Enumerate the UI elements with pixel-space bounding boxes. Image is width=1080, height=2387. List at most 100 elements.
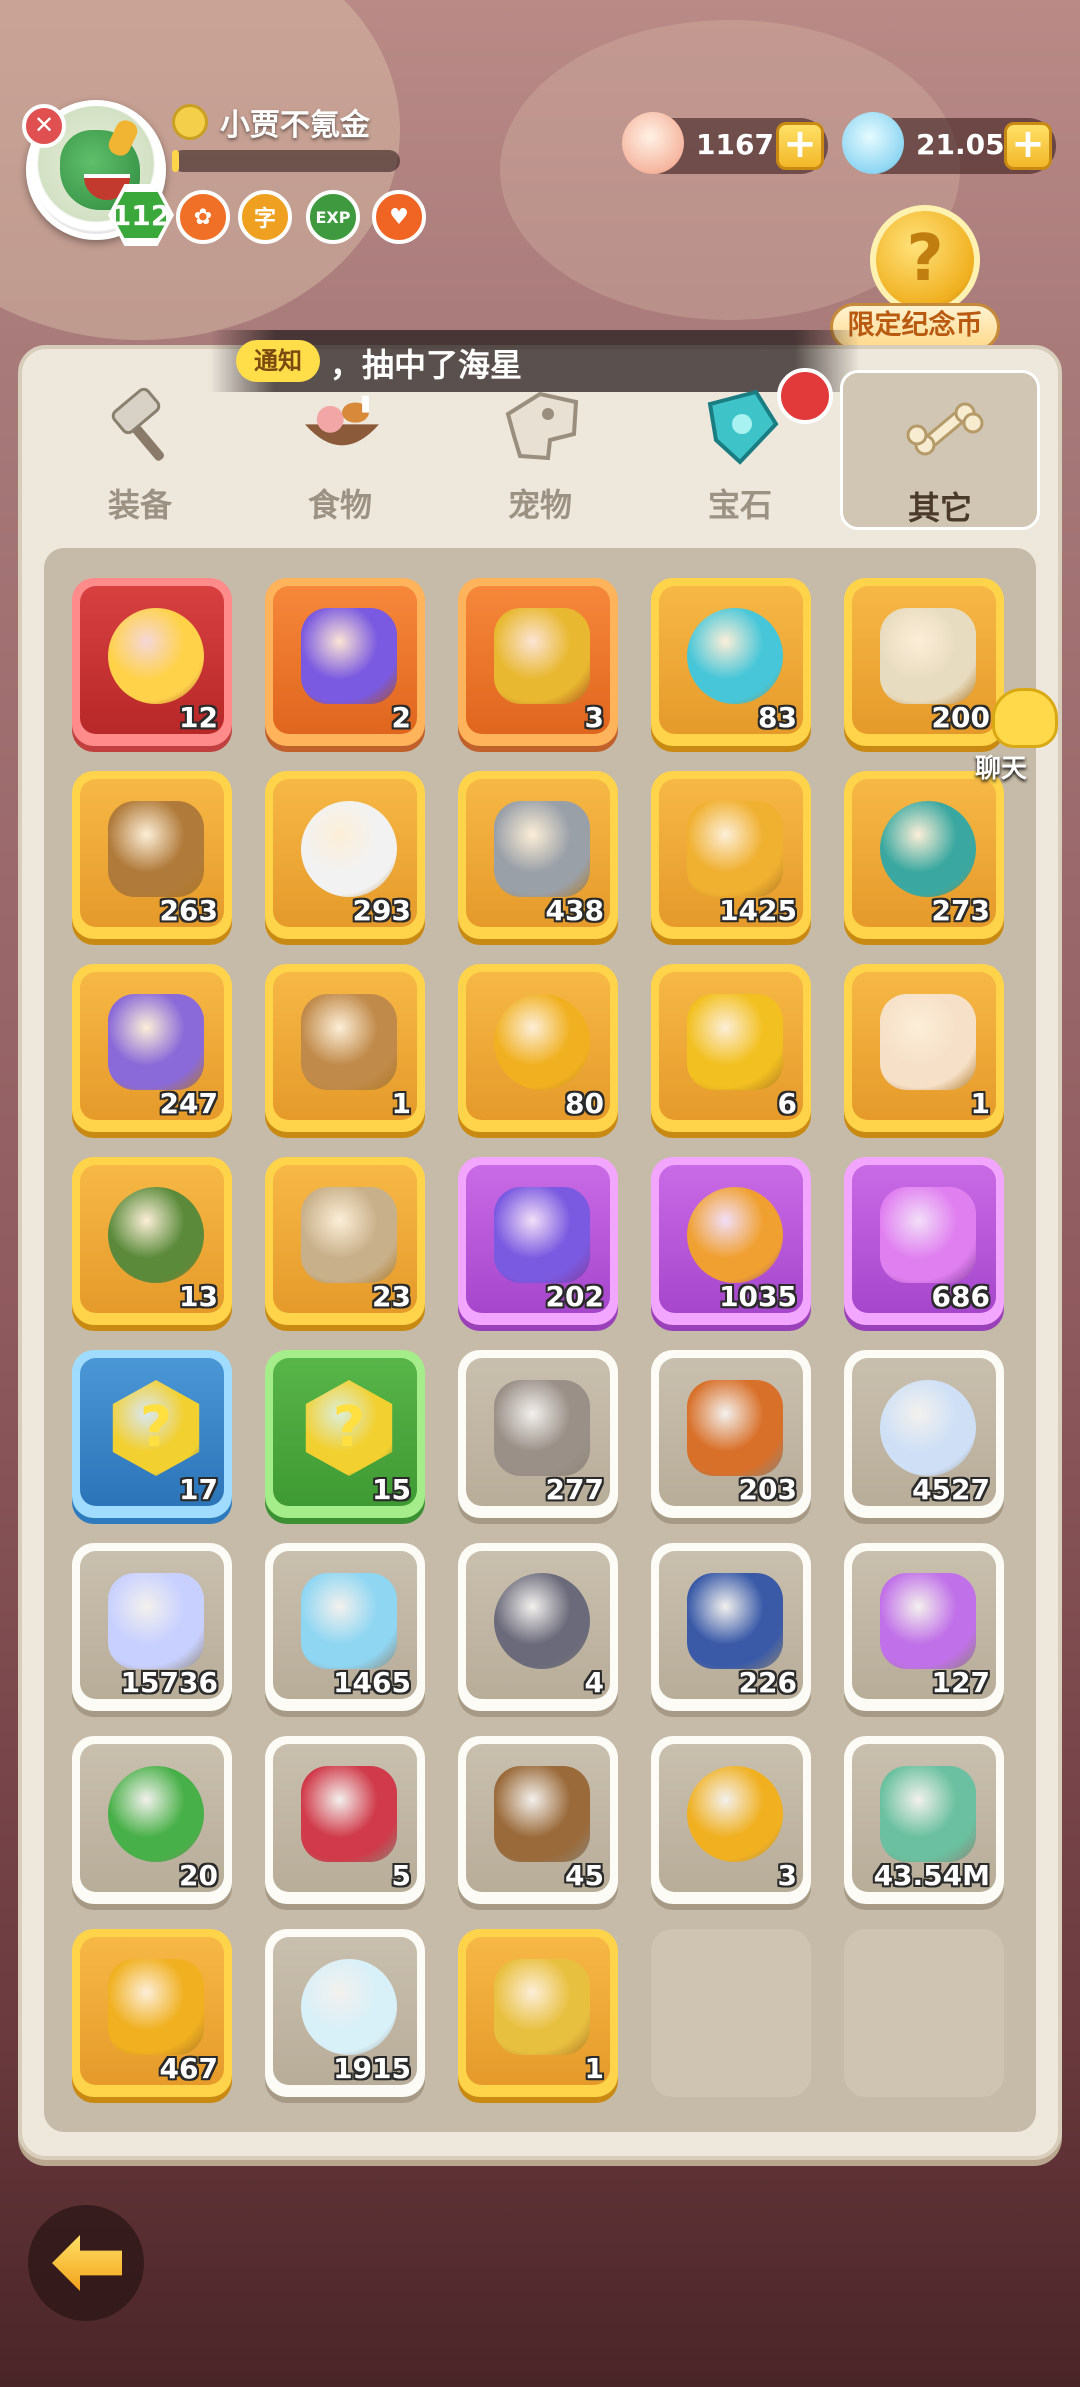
rune-coin-icon — [108, 1959, 204, 2055]
item-slot-gold-coin[interactable]: 80 — [458, 964, 618, 1132]
pickaxe-icon — [108, 801, 204, 897]
item-slot-green-idol[interactable]: 13 — [72, 1157, 232, 1325]
stone-slate-icon — [494, 1380, 590, 1476]
username: 小贾不氪金 — [220, 108, 370, 143]
diamond-currency: 21.05M + — [842, 112, 1056, 174]
shield-buff-icon[interactable]: ♥ — [372, 190, 426, 244]
item-slot-golden-statue-chest[interactable]: 3 — [458, 578, 618, 746]
shell-coin-icon — [687, 1766, 783, 1862]
item-slot-winged-tablet[interactable]: 1 — [265, 964, 425, 1132]
item-count: 12 — [179, 701, 218, 734]
item-count: 20 — [179, 1859, 218, 1892]
blue-mystery-hex-icon: ? — [112, 1380, 200, 1476]
item-count: 226 — [738, 1666, 797, 1699]
item-slot-gold-egg[interactable]: 6 — [651, 964, 811, 1132]
item-slot-vegetable-bag[interactable]: 273 — [844, 771, 1004, 939]
item-count: 13 — [179, 1280, 218, 1313]
brown-ticket-icon — [494, 1766, 590, 1862]
item-slot-rune-coin[interactable]: 467 — [72, 1929, 232, 2097]
item-slot-pickaxe[interactable]: 263 — [72, 771, 232, 939]
item-slot-stone-slate[interactable]: 277 — [458, 1350, 618, 1518]
item-slot-crescent-moon[interactable]: 4527 — [844, 1350, 1004, 1518]
gold-egg-icon — [687, 994, 783, 1090]
gem-icon — [700, 384, 784, 468]
bone-icon — [903, 387, 987, 471]
item-slot-green-ticket[interactable]: 20 — [72, 1736, 232, 1904]
item-count: 5 — [391, 1859, 411, 1892]
item-slot-gold-crystal[interactable]: 12 — [72, 578, 232, 746]
add-shell-button[interactable]: + — [776, 122, 824, 170]
item-count: 17 — [179, 1473, 218, 1506]
item-count: 15 — [372, 1473, 411, 1506]
tab-equipment[interactable]: 装备 — [40, 370, 240, 530]
item-slot-magnifier[interactable]: 438 — [458, 771, 618, 939]
magnifier-icon — [494, 801, 590, 897]
item-count: 2 — [391, 701, 411, 734]
chat-label: 聊天 — [975, 754, 1028, 784]
item-slot-rune-stone[interactable]: 43.54M — [844, 1736, 1004, 1904]
tab-other[interactable]: 其它 — [840, 370, 1040, 530]
back-button[interactable] — [28, 2205, 144, 2321]
anniversary-card-icon — [494, 1959, 590, 2055]
item-count: 45 — [565, 1859, 604, 1892]
item-slot-cake-coin[interactable]: 1425 — [651, 771, 811, 939]
item-count: 4 — [584, 1666, 604, 1699]
item-slot-green-mystery-hex[interactable]: ? 15 — [265, 1350, 425, 1518]
item-count: 1 — [584, 2052, 604, 2085]
tab-food[interactable]: 食物 — [240, 370, 440, 530]
item-slot-blue-mystery-hex[interactable]: ? 17 — [72, 1350, 232, 1518]
shell-icon — [622, 112, 684, 174]
hammer-icon — [100, 384, 184, 468]
item-slot-anniversary-card[interactable]: 1 — [458, 1929, 618, 2097]
item-count: 273 — [931, 894, 990, 927]
exp-buff-icon[interactable]: EXP — [306, 190, 360, 244]
gold-crystal-icon — [108, 608, 204, 704]
tab-pets[interactable]: 宠物 — [440, 370, 640, 530]
item-slot-character-portrait[interactable]: 1 — [844, 964, 1004, 1132]
item-slot-purple-orb-chest[interactable]: 2 — [265, 578, 425, 746]
item-count: 263 — [159, 894, 218, 927]
item-slot-rainbow-crystal[interactable]: 1915 — [265, 1929, 425, 2097]
coin-buff-icon[interactable]: 字 — [238, 190, 292, 244]
stone-idol-icon — [301, 1187, 397, 1283]
blue-diamond-icon — [301, 1573, 397, 1669]
crescent-moon-icon — [880, 1380, 976, 1476]
question-coin-icon: ? — [870, 205, 980, 315]
item-count: 1 — [391, 1087, 411, 1120]
back-arrow-icon — [52, 2235, 122, 2291]
item-count: 1035 — [719, 1280, 797, 1313]
item-slot-dice[interactable]: 293 — [265, 771, 425, 939]
item-slot-food-plate[interactable]: 203 — [651, 1350, 811, 1518]
item-slot-blue-rune[interactable]: 226 — [651, 1543, 811, 1711]
item-slot-pet-bag[interactable]: 247 — [72, 964, 232, 1132]
item-slot-purple-ticket[interactable]: 127 — [844, 1543, 1004, 1711]
item-slot-red-ticket[interactable]: 5 — [265, 1736, 425, 1904]
item-count: 247 — [159, 1087, 218, 1120]
rainbow-crystal-icon — [301, 1959, 397, 2055]
item-slot-brown-ticket[interactable]: 45 — [458, 1736, 618, 1904]
item-slot-treasure-chest[interactable]: 4 — [458, 1543, 618, 1711]
gold-coin-icon — [494, 994, 590, 1090]
item-slot-purple-orb-chest[interactable]: 202 — [458, 1157, 618, 1325]
item-slot-shell-coin[interactable]: 3 — [651, 1736, 811, 1904]
rune-stone-icon — [880, 1766, 976, 1862]
purple-loot-bag-icon — [687, 1187, 783, 1283]
tab-label: 其它 — [907, 489, 972, 527]
dice-icon — [301, 801, 397, 897]
purple-orb-chest-icon — [494, 1187, 590, 1283]
blue-rune-icon — [687, 1573, 783, 1669]
item-slot-stone-idol[interactable]: 23 — [265, 1157, 425, 1325]
item-count: 686 — [931, 1280, 990, 1313]
item-slot-blue-diamond[interactable]: 1465 — [265, 1543, 425, 1711]
chat-button[interactable]: 聊天 — [960, 688, 1070, 788]
item-slot-pink-crystal[interactable]: 686 — [844, 1157, 1004, 1325]
item-slot-star-crystal[interactable]: 15736 — [72, 1543, 232, 1711]
item-slot-blue-gem-stone[interactable]: 83 — [651, 578, 811, 746]
item-slot-purple-loot-bag[interactable]: 1035 — [651, 1157, 811, 1325]
crossed-swords-badge-icon: ✕ — [22, 104, 66, 148]
add-diamond-button[interactable]: + — [1004, 122, 1052, 170]
character-portrait-icon — [880, 994, 976, 1090]
item-count: 277 — [545, 1473, 604, 1506]
treasure-chest-icon — [494, 1573, 590, 1669]
paw-buff-icon[interactable]: ✿ — [176, 190, 230, 244]
